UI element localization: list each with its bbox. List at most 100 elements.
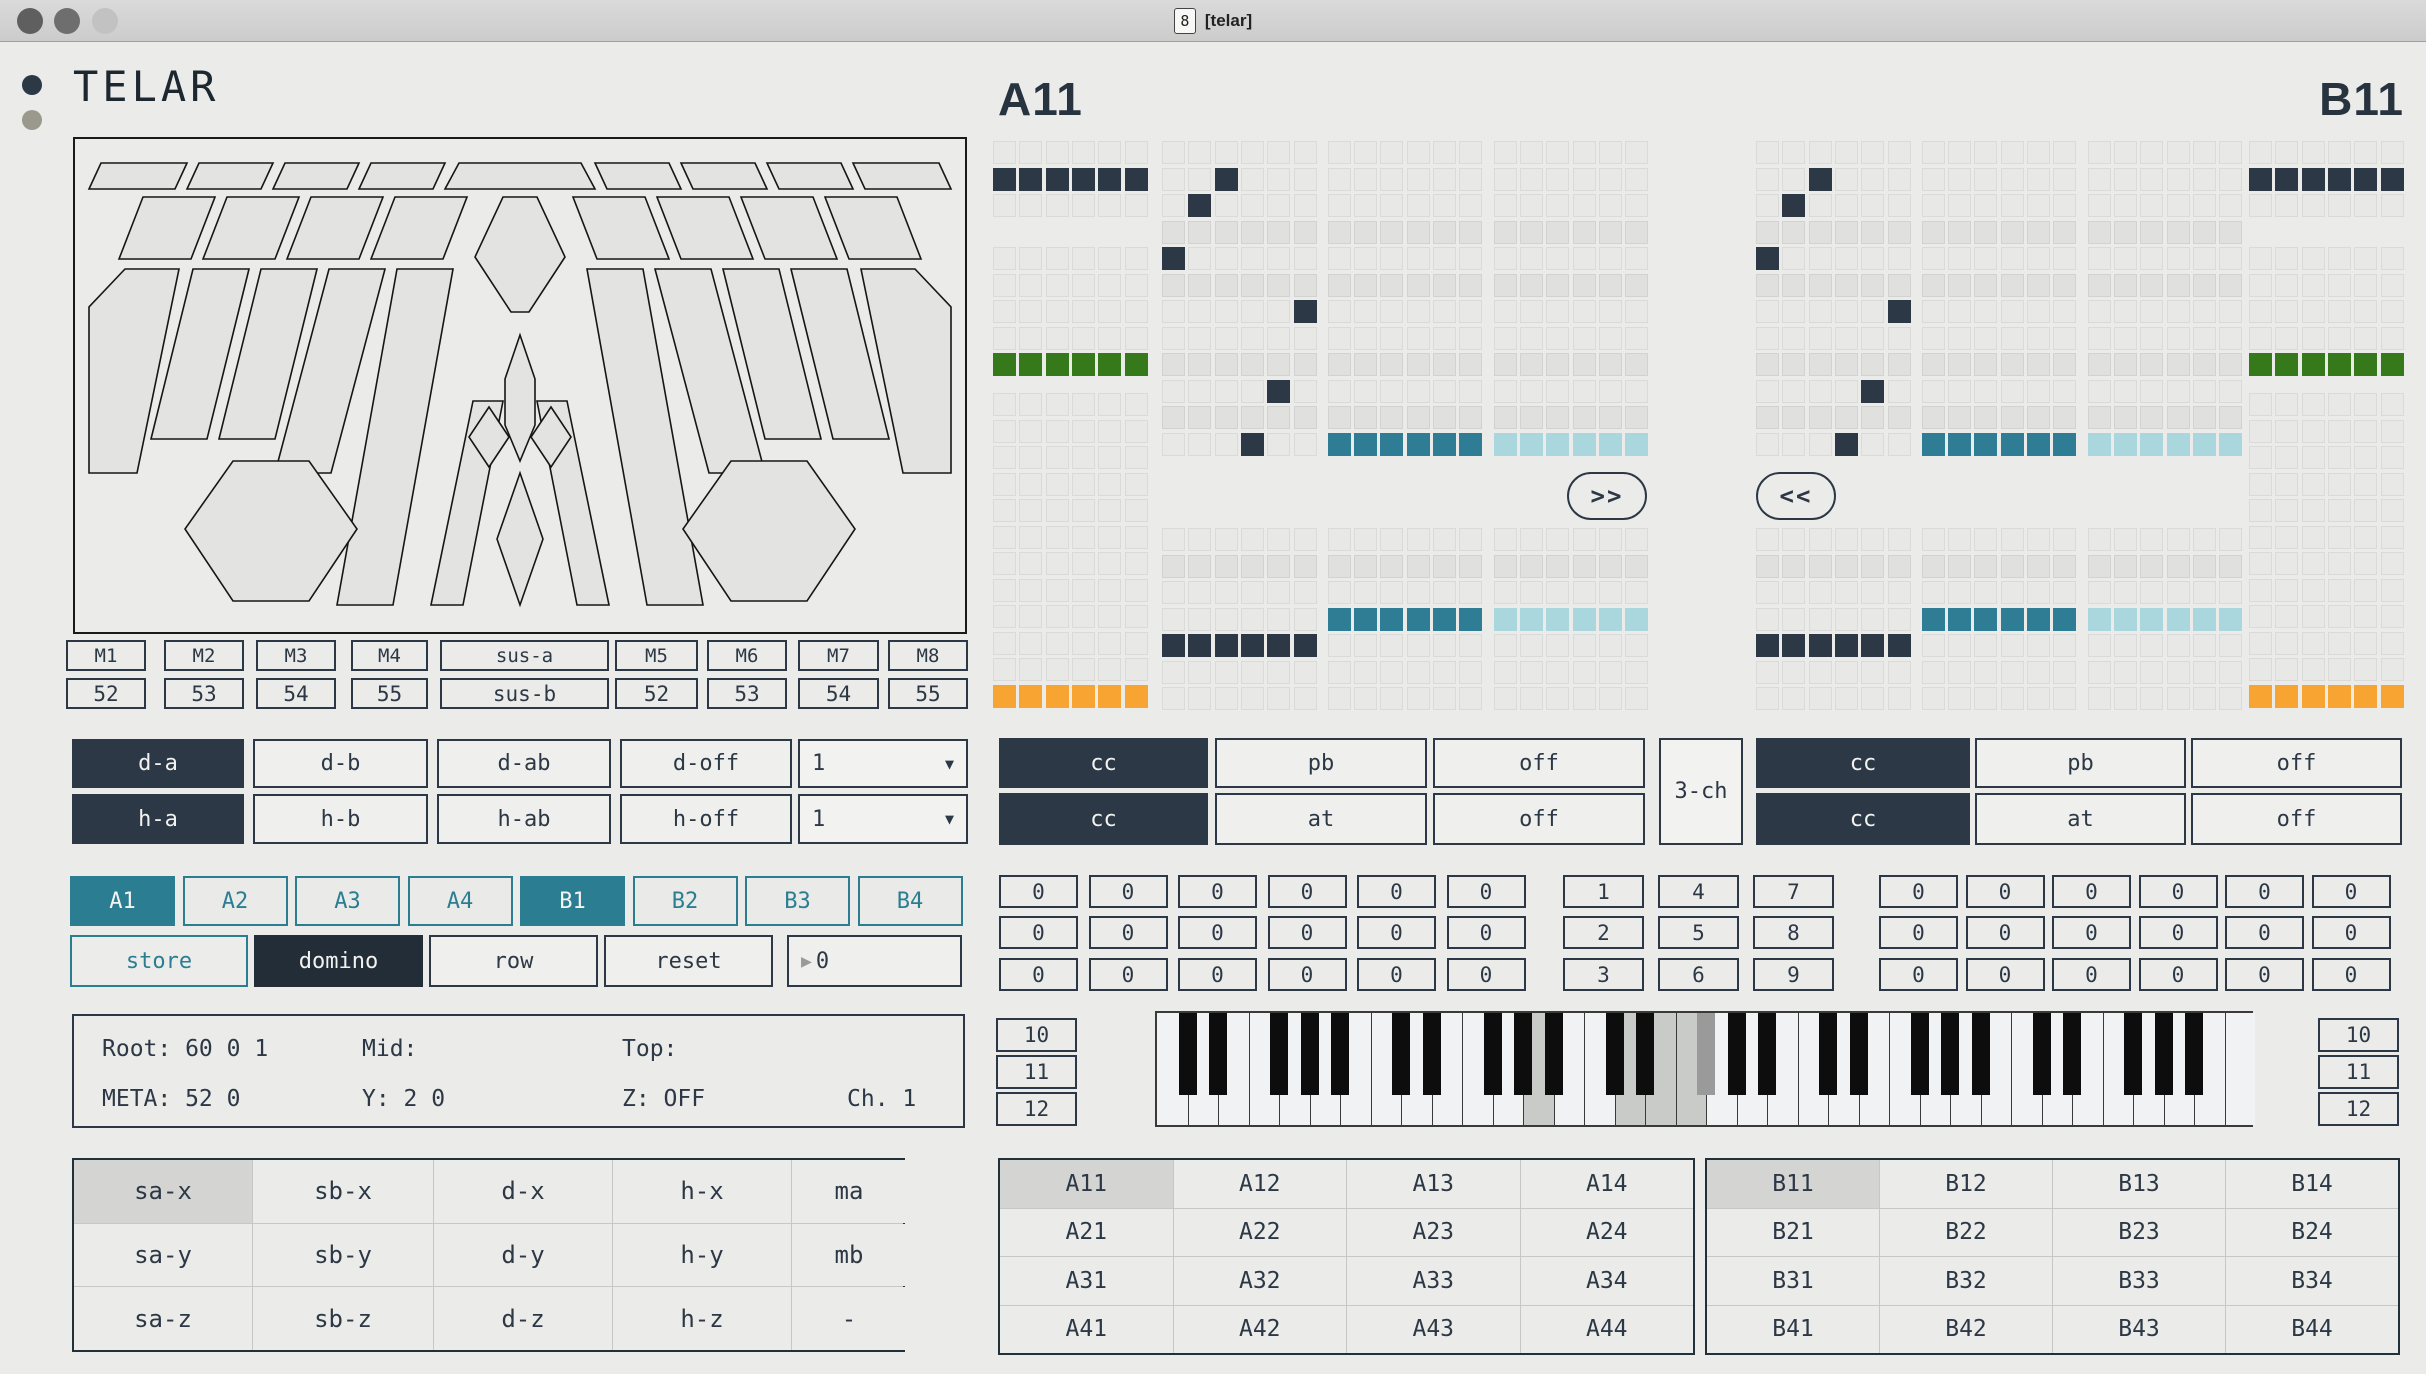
grid-b-cell[interactable]: [1948, 327, 1971, 350]
grid-a-cell[interactable]: [1407, 687, 1430, 710]
grid-b-cell[interactable]: [2027, 353, 2050, 376]
grid-b-cell[interactable]: [2193, 141, 2216, 164]
grid-b-cell[interactable]: [2167, 327, 2190, 350]
mem-button-M3[interactable]: M3: [256, 640, 336, 671]
loom-key[interactable]: [861, 269, 951, 473]
grid-a-side-cell[interactable]: [993, 393, 1016, 416]
grid-b-cell[interactable]: [2140, 555, 2163, 578]
grid-b-cell[interactable]: [1922, 141, 1945, 164]
grid-a-cell[interactable]: [1328, 327, 1351, 350]
loom-key[interactable]: [853, 163, 951, 189]
grid-b-cell[interactable]: [2114, 247, 2137, 270]
bank-table-b-cell-B44[interactable]: B44: [2226, 1306, 2398, 1354]
grid-b-side-cell[interactable]: [2302, 141, 2325, 164]
grid-a-cell[interactable]: [1573, 555, 1596, 578]
grid-b-cell[interactable]: [2114, 327, 2137, 350]
numbox-right-r1c1[interactable]: 0: [1879, 875, 1958, 908]
grid-b-cell[interactable]: [1782, 581, 1805, 604]
grid-b-cell[interactable]: [2027, 327, 2050, 350]
grid-a-cell[interactable]: [1520, 380, 1543, 403]
grid-b-side-cell[interactable]: [2328, 446, 2351, 469]
grid-b-side-cell[interactable]: [2249, 247, 2272, 270]
grid-a-cell[interactable]: [1546, 687, 1569, 710]
grid-a-cell[interactable]: [1380, 608, 1403, 631]
grid-b-side-cell[interactable]: [2328, 274, 2351, 297]
grid-b-side-cell[interactable]: [2275, 685, 2298, 708]
grid-b-side-cell[interactable]: [2328, 247, 2351, 270]
grid-b-cell[interactable]: [2114, 221, 2137, 244]
grid-a-cell[interactable]: [1267, 300, 1290, 323]
numbox-left-r1c6[interactable]: 0: [1447, 875, 1526, 908]
grid-b-side-cell[interactable]: [2381, 141, 2404, 164]
grid-a-side-cell[interactable]: [1046, 552, 1069, 575]
grid-a-side-cell[interactable]: [1072, 552, 1095, 575]
grid-b-side-cell[interactable]: [2249, 353, 2272, 376]
grid-a-side-cell[interactable]: [1098, 300, 1121, 323]
bank-table-a-cell-A44[interactable]: A44: [1521, 1306, 1694, 1354]
grid-a-side-cell[interactable]: [1019, 526, 1042, 549]
grid-b-cell[interactable]: [2001, 141, 2024, 164]
grid-b-cell[interactable]: [1974, 555, 1997, 578]
grid-b-side-cell[interactable]: [2354, 194, 2377, 217]
grid-b-cell[interactable]: [2219, 687, 2242, 710]
bank-table-a-cell-A21[interactable]: A21: [1000, 1209, 1173, 1257]
loom-key[interactable]: [89, 163, 187, 189]
grid-b-side-cell[interactable]: [2249, 420, 2272, 443]
mode-button-d-a[interactable]: d-a: [72, 739, 244, 788]
grid-b-cell[interactable]: [2088, 661, 2111, 684]
grid-a-cell[interactable]: [1188, 608, 1211, 631]
grid-a-cell[interactable]: [1407, 353, 1430, 376]
loom-key[interactable]: [505, 335, 535, 461]
grid-a-side-cell[interactable]: [993, 446, 1016, 469]
grid-b-side-cell[interactable]: [2328, 168, 2351, 191]
grid-b-cell[interactable]: [1861, 634, 1884, 657]
routing-table-cell-d-z[interactable]: d-z: [434, 1287, 612, 1350]
grid-b-cell[interactable]: [2053, 247, 2076, 270]
grid-a-cell[interactable]: [1294, 247, 1317, 270]
grid-b-cell[interactable]: [2193, 274, 2216, 297]
grid-b-side-cell[interactable]: [2249, 605, 2272, 628]
grid-a-cell[interactable]: [1241, 608, 1264, 631]
grid-b-cell[interactable]: [1888, 168, 1911, 191]
grid-b-cell[interactable]: [1888, 327, 1911, 350]
grid-a-cell[interactable]: [1215, 406, 1238, 429]
numbox-left-r1c5[interactable]: 0: [1357, 875, 1436, 908]
grid-a-cell[interactable]: [1294, 661, 1317, 684]
grid-a-cell[interactable]: [1407, 274, 1430, 297]
grid-b-cell[interactable]: [2140, 608, 2163, 631]
grid-b-side-cell[interactable]: [2328, 393, 2351, 416]
routing-table-cell-mb[interactable]: mb: [792, 1224, 906, 1287]
grid-a-cell[interactable]: [1354, 194, 1377, 217]
grid-b-cell[interactable]: [2027, 247, 2050, 270]
grid-b-cell[interactable]: [2053, 687, 2076, 710]
grid-a-side-cell[interactable]: [1046, 420, 1069, 443]
grid-a-cell[interactable]: [1380, 141, 1403, 164]
grid-a-side-cell[interactable]: [1072, 526, 1095, 549]
grid-b-cell[interactable]: [2167, 353, 2190, 376]
grid-b-cell[interactable]: [2219, 528, 2242, 551]
grid-a-cell[interactable]: [1380, 353, 1403, 376]
grid-a-cell[interactable]: [1267, 406, 1290, 429]
grid-b-cell[interactable]: [1809, 380, 1832, 403]
grid-a-cell[interactable]: [1215, 581, 1238, 604]
numbox-right-r3c1[interactable]: 0: [1879, 958, 1958, 991]
octave-box-right-11[interactable]: 11: [2318, 1055, 2399, 1089]
piano-black-key-24[interactable]: [2185, 1013, 2203, 1095]
grid-b-cell[interactable]: [2114, 194, 2137, 217]
grid-a-cell[interactable]: [1294, 608, 1317, 631]
grid-a-cell[interactable]: [1494, 141, 1517, 164]
mem-value-9[interactable]: 55: [888, 678, 968, 709]
grid-b-cell[interactable]: [2001, 274, 2024, 297]
grid-a-cell[interactable]: [1433, 274, 1456, 297]
grid-a-cell[interactable]: [1380, 555, 1403, 578]
grid-a-side-cell[interactable]: [1019, 685, 1042, 708]
grid-a-cell[interactable]: [1407, 581, 1430, 604]
grid-a-cell[interactable]: [1380, 528, 1403, 551]
grid-b-cell[interactable]: [1861, 581, 1884, 604]
grid-a-side-cell[interactable]: [1046, 353, 1069, 376]
grid-a-cell[interactable]: [1494, 194, 1517, 217]
grid-a-cell[interactable]: [1215, 687, 1238, 710]
bank-table-a-cell-A34[interactable]: A34: [1521, 1257, 1694, 1305]
grid-a-cell[interactable]: [1459, 221, 1482, 244]
loom-key[interactable]: [497, 473, 543, 605]
